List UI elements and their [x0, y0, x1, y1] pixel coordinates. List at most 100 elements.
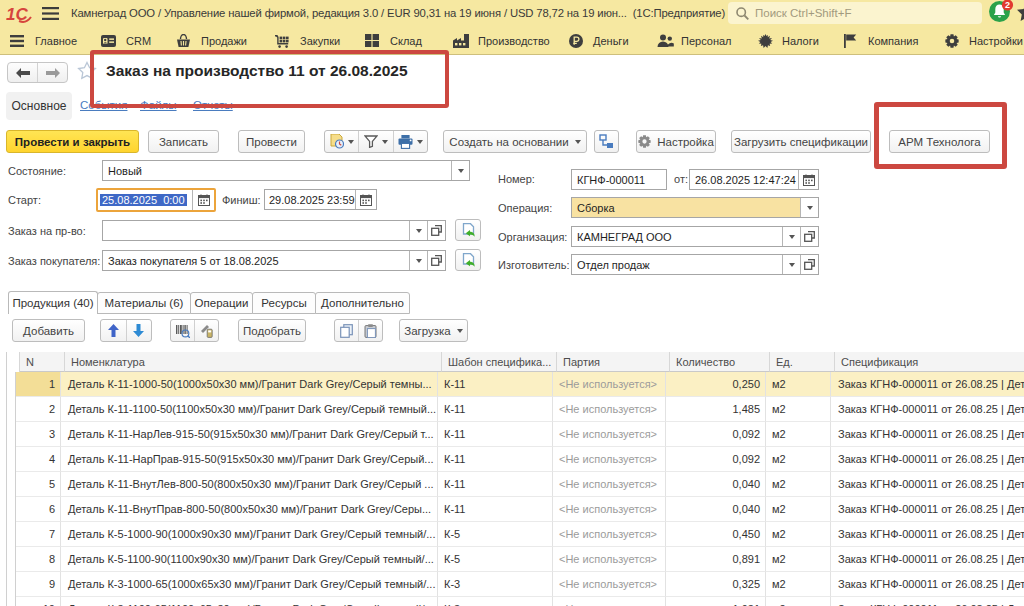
spec-template-cell[interactable]: К-3: [438, 597, 553, 606]
section-production[interactable]: Производство: [478, 34, 550, 49]
manufacturer-open-button[interactable]: [800, 255, 818, 274]
prod-order-field[interactable]: [102, 220, 446, 241]
specification-cell[interactable]: Заказ КГНФ-000011 от 26.08.25 | Дет: [831, 572, 1024, 597]
spec-template-cell[interactable]: К-11: [438, 497, 553, 522]
state-dropdown-button[interactable]: [451, 161, 469, 180]
terminal-button[interactable]: [194, 320, 218, 341]
spec-template-cell[interactable]: К-5: [438, 522, 553, 547]
scan-barcode-button[interactable]: [171, 320, 194, 341]
manufacturer-field[interactable]: Отдел продаж: [571, 254, 819, 275]
copy-rows-button[interactable]: [335, 320, 358, 341]
unit-cell[interactable]: м2: [766, 372, 831, 397]
table-row[interactable]: 10 Деталь К-3-1100-65(1100х65х30 мм)/Гра…: [7, 597, 1024, 606]
spec-template-cell[interactable]: К-5: [438, 547, 553, 572]
spec-template-cell[interactable]: К-11: [438, 447, 553, 472]
col-batch[interactable]: Партия: [557, 352, 670, 372]
tab-additional[interactable]: Дополнительно: [315, 292, 410, 314]
finish-field[interactable]: 29.08.2025 23:59: [264, 189, 377, 210]
table-row[interactable]: 4 Деталь К-11-НарПрав-915-50(915х50х30 м…: [7, 447, 1024, 472]
quantity-cell[interactable]: 0,250: [666, 372, 766, 397]
number-field[interactable]: КГНФ-000011: [571, 169, 667, 190]
state-field[interactable]: Новый: [102, 160, 470, 181]
section-company[interactable]: Компания: [868, 34, 918, 49]
table-row[interactable]: 6 Деталь К-11-ВнутПрав-800-50(800х50х30 …: [7, 497, 1024, 522]
post-and-close-button[interactable]: Провести и закрыть: [6, 130, 139, 153]
prod-order-open-button[interactable]: [427, 221, 445, 240]
customer-order-fill-button[interactable]: [455, 249, 481, 271]
batch-cell[interactable]: <Не используется>: [553, 422, 666, 447]
nomenclature-cell[interactable]: Деталь К-3-1000-65(1000х65х30 мм)/Гранит…: [61, 572, 438, 597]
add-row-button[interactable]: Добавить: [12, 319, 85, 342]
start-field[interactable]: 25.08.2025 0:00: [96, 188, 216, 212]
link-files[interactable]: Файлы: [140, 99, 177, 111]
organization-open-button[interactable]: [800, 227, 818, 246]
table-row[interactable]: 2 Деталь К-11-1100-50(1100х50х30 мм)/Гра…: [7, 397, 1024, 422]
tab-products[interactable]: Продукция (40): [8, 291, 98, 314]
section-warehouse[interactable]: Склад: [390, 34, 422, 49]
specification-cell[interactable]: Заказ КГНФ-000011 от 26.08.25 | Дет: [831, 397, 1024, 422]
quantity-cell[interactable]: 0,891: [666, 547, 766, 572]
nomenclature-cell[interactable]: Деталь К-3-1100-65(1100х65х30 мм)/Гранит…: [61, 597, 438, 606]
batch-cell[interactable]: <Не используется>: [553, 397, 666, 422]
section-settings[interactable]: Настройки: [969, 34, 1023, 49]
batch-cell[interactable]: <Не используется>: [553, 472, 666, 497]
table-row[interactable]: 8 Деталь К-5-1100-90(1100х90х30 мм)/Гран…: [7, 547, 1024, 572]
section-purchases[interactable]: Закупки: [300, 34, 340, 49]
tab-resources[interactable]: Ресурсы: [252, 292, 316, 314]
unit-cell[interactable]: м2: [766, 497, 831, 522]
section-main[interactable]: Главное: [35, 34, 77, 49]
prod-order-fill-button[interactable]: [455, 219, 481, 241]
nomenclature-cell[interactable]: Деталь К-11-ВнутЛев-800-50(800х50х30 мм)…: [61, 472, 438, 497]
filter-button[interactable]: [358, 131, 392, 152]
nomenclature-cell[interactable]: Деталь К-11-НарПрав-915-50(915х50х30 мм)…: [61, 447, 438, 472]
unit-cell[interactable]: м2: [766, 472, 831, 497]
unit-cell[interactable]: м2: [766, 597, 831, 606]
quantity-cell[interactable]: 0,325: [666, 572, 766, 597]
table-row[interactable]: 9 Деталь К-3-1000-65(1000х65х30 мм)/Гран…: [7, 572, 1024, 597]
col-spec-template[interactable]: Шабон специфика...: [442, 352, 557, 372]
specification-cell[interactable]: Заказ КГНФ-000011 от 26.08.25 | Дет: [831, 597, 1024, 606]
subordination-structure-button[interactable]: [594, 130, 619, 153]
create-based-on-button[interactable]: Создать на основании: [443, 130, 587, 153]
nomenclature-cell[interactable]: Деталь К-5-1000-90(1000х90х30 мм)/Гранит…: [61, 522, 438, 547]
move-down-button[interactable]: [126, 320, 152, 341]
batch-cell[interactable]: <Не используется>: [553, 547, 666, 572]
col-quantity[interactable]: Количество: [670, 352, 770, 372]
quantity-cell[interactable]: 0,040: [666, 497, 766, 522]
spec-template-cell[interactable]: К-11: [438, 422, 553, 447]
prod-order-dropdown-button[interactable]: [409, 221, 427, 240]
specification-cell[interactable]: Заказ КГНФ-000011 от 26.08.25 | Дет: [831, 422, 1024, 447]
back-button[interactable]: [8, 63, 37, 82]
tab-operations[interactable]: Операции: [190, 292, 253, 314]
nomenclature-cell[interactable]: Деталь К-11-ВнутПрав-800-50(800х50х30 мм…: [61, 497, 438, 522]
main-menu-icon[interactable]: [42, 7, 59, 20]
specification-cell[interactable]: Заказ КГНФ-000011 от 26.08.25 | Дет: [831, 372, 1024, 397]
date-calendar-button[interactable]: [798, 170, 818, 189]
unit-cell[interactable]: м2: [766, 397, 831, 422]
unit-cell[interactable]: м2: [766, 422, 831, 447]
start-calendar-button[interactable]: [192, 190, 214, 210]
spec-template-cell[interactable]: К-11: [438, 372, 553, 397]
specification-cell[interactable]: Заказ КГНФ-000011 от 26.08.25 | Дет: [831, 472, 1024, 497]
section-crm[interactable]: CRM: [126, 34, 151, 49]
nomenclature-cell[interactable]: Деталь К-11-1000-50(1000х50х30 мм)/Грани…: [61, 372, 438, 397]
batch-cell[interactable]: <Не используется>: [553, 572, 666, 597]
save-button[interactable]: Записать: [148, 130, 219, 153]
nomenclature-cell[interactable]: Деталь К-11-НарЛев-915-50(915х50х30 мм)/…: [61, 422, 438, 447]
link-events[interactable]: События: [80, 99, 127, 111]
tab-main[interactable]: Основное: [6, 92, 72, 120]
section-taxes[interactable]: Налоги: [782, 34, 819, 49]
nomenclature-cell[interactable]: Деталь К-5-1100-90(1100х90х30 мм)/Гранит…: [61, 547, 438, 572]
table-row[interactable]: 1 Деталь К-11-1000-50(1000х50х30 мм)/Гра…: [7, 372, 1024, 397]
table-row[interactable]: 5 Деталь К-11-ВнутЛев-800-50(800х50х30 м…: [7, 472, 1024, 497]
global-search-input[interactable]: Поиск Ctrl+Shift+F: [728, 2, 982, 24]
specification-cell[interactable]: Заказ КГНФ-000011 от 26.08.25 | Дет: [831, 447, 1024, 472]
paste-rows-button[interactable]: [358, 320, 382, 341]
specification-cell[interactable]: Заказ КГНФ-000011 от 26.08.25 | Дет: [831, 522, 1024, 547]
batch-cell[interactable]: <Не используется>: [553, 372, 666, 397]
link-reports[interactable]: Отчеты: [193, 99, 233, 111]
spec-template-cell[interactable]: К-11: [438, 472, 553, 497]
col-unit[interactable]: Ед.: [770, 352, 835, 372]
organization-dropdown-button[interactable]: [782, 227, 800, 246]
load-button[interactable]: Загрузка: [399, 319, 468, 342]
